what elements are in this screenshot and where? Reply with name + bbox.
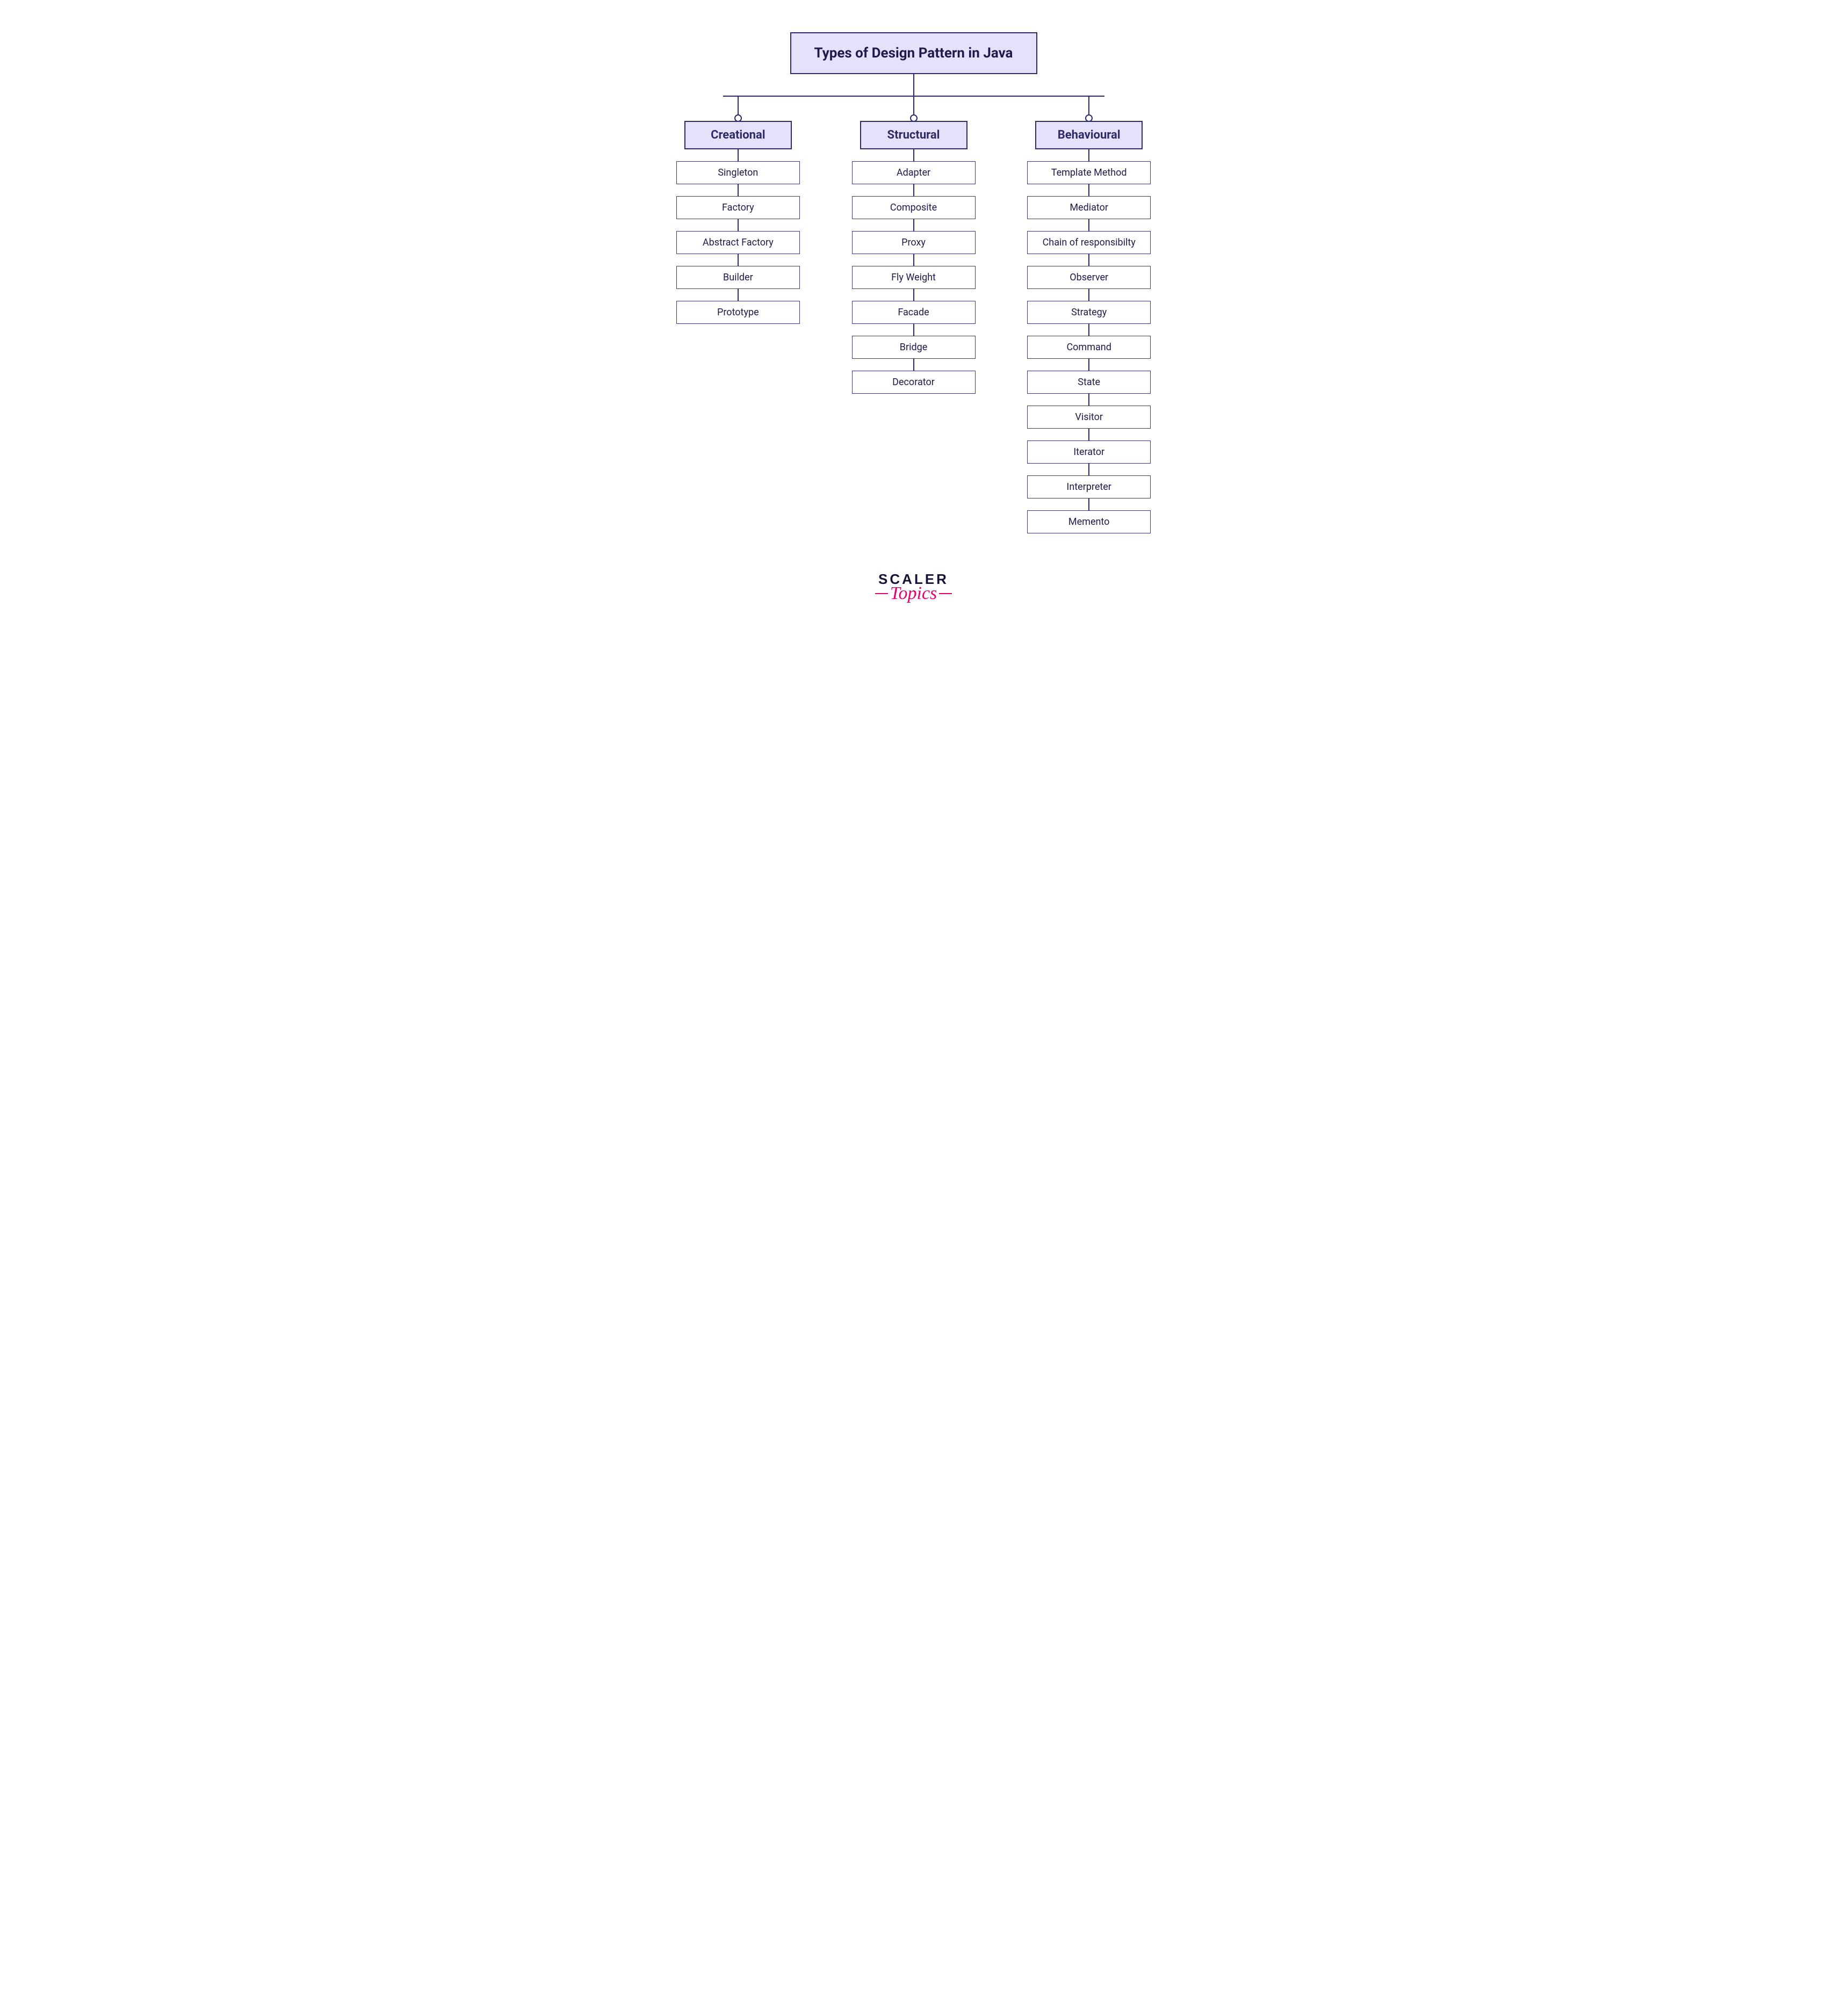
connector-line bbox=[913, 254, 914, 266]
pattern-item: Fly Weight bbox=[852, 266, 976, 289]
connector-line bbox=[1088, 289, 1089, 301]
columns-container: Creational Singleton Factory Abstract Fa… bbox=[661, 97, 1166, 533]
category-structural: Structural bbox=[860, 121, 967, 149]
pattern-item: Strategy bbox=[1027, 301, 1151, 324]
column-structural: Structural Adapter Composite Proxy Fly W… bbox=[836, 97, 991, 533]
pattern-item: Interpreter bbox=[1027, 475, 1151, 498]
pattern-item: Builder bbox=[676, 266, 800, 289]
pattern-item: Iterator bbox=[1027, 440, 1151, 464]
connector-line bbox=[1088, 149, 1089, 161]
connector-line bbox=[738, 184, 739, 196]
pattern-item: Bridge bbox=[852, 336, 976, 359]
connector-line bbox=[913, 184, 914, 196]
connector-line bbox=[738, 219, 739, 231]
category-behavioural: Behavioural bbox=[1035, 121, 1143, 149]
column-creational: Creational Singleton Factory Abstract Fa… bbox=[661, 97, 815, 533]
pattern-item: Composite bbox=[852, 196, 976, 219]
pattern-item: State bbox=[1027, 371, 1151, 394]
connector-line bbox=[738, 289, 739, 301]
connector-circle-icon bbox=[910, 114, 918, 122]
connector-line bbox=[1088, 219, 1089, 231]
pattern-item: Factory bbox=[676, 196, 800, 219]
connector-line bbox=[913, 289, 914, 301]
pattern-item: Prototype bbox=[676, 301, 800, 324]
pattern-item: Observer bbox=[1027, 266, 1151, 289]
category-creational: Creational bbox=[684, 121, 792, 149]
pattern-item: Visitor bbox=[1027, 406, 1151, 429]
connector-line bbox=[1088, 254, 1089, 266]
connector-line bbox=[1088, 184, 1089, 196]
connector-line bbox=[1088, 324, 1089, 336]
diagram-title: Types of Design Pattern in Java bbox=[790, 32, 1037, 74]
connector-line bbox=[913, 324, 914, 336]
connector-line bbox=[1088, 359, 1089, 371]
brand-logo-sub: Topics bbox=[661, 583, 1166, 604]
diagram-root: Types of Design Pattern in Java Creation… bbox=[661, 32, 1166, 604]
pattern-item: Facade bbox=[852, 301, 976, 324]
pattern-item: Chain of responsibilty bbox=[1027, 231, 1151, 254]
connector-root-line bbox=[913, 74, 914, 96]
connector-line bbox=[1088, 429, 1089, 440]
pattern-item: Memento bbox=[1027, 510, 1151, 533]
connector-line bbox=[1088, 464, 1089, 475]
pattern-item: Adapter bbox=[852, 161, 976, 184]
connector-line bbox=[913, 219, 914, 231]
connector-line bbox=[738, 254, 739, 266]
connector-line bbox=[913, 149, 914, 161]
connector-line bbox=[738, 149, 739, 161]
pattern-item: Command bbox=[1027, 336, 1151, 359]
connector-line bbox=[913, 359, 914, 371]
pattern-item: Proxy bbox=[852, 231, 976, 254]
connector-line bbox=[1088, 498, 1089, 510]
pattern-item: Template Method bbox=[1027, 161, 1151, 184]
pattern-item: Decorator bbox=[852, 371, 976, 394]
pattern-item: Abstract Factory bbox=[676, 231, 800, 254]
brand-logo: SCALER Topics bbox=[661, 571, 1166, 604]
pattern-item: Mediator bbox=[1027, 196, 1151, 219]
connector-line bbox=[1088, 394, 1089, 406]
pattern-item: Singleton bbox=[676, 161, 800, 184]
connector-circle-icon bbox=[734, 114, 742, 122]
column-behavioural: Behavioural Template Method Mediator Cha… bbox=[1012, 97, 1166, 533]
